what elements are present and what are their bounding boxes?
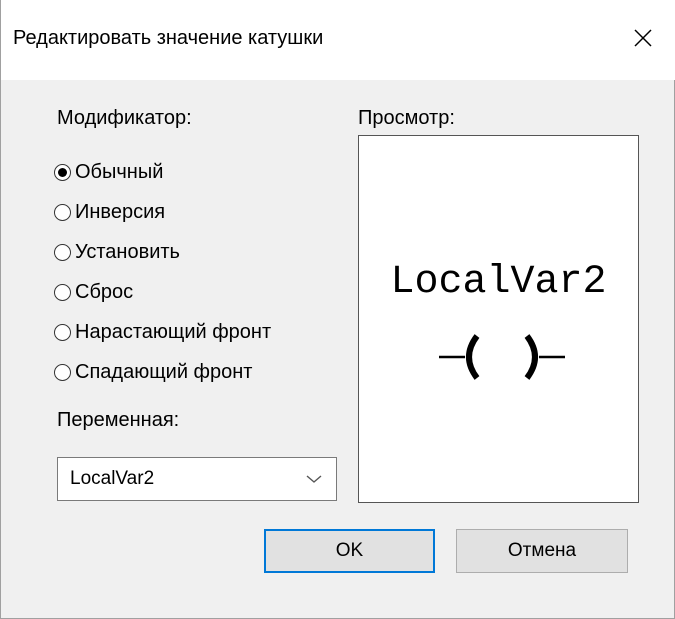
- edit-coil-dialog: Редактировать значение катушки Модификат…: [0, 0, 675, 619]
- radio-inversion-label: Инверсия: [75, 200, 166, 223]
- radio-reset-label: Сброс: [75, 280, 134, 303]
- radio-normal-button[interactable]: [54, 163, 71, 181]
- chevron-down-icon: [306, 475, 322, 483]
- close-icon: [634, 29, 652, 47]
- preview-label: Просмотр:: [358, 107, 455, 129]
- radio-inversion[interactable]: Инверсия: [54, 197, 165, 227]
- radio-rising-edge-label: Нарастающий фронт: [75, 320, 272, 343]
- variable-label: Переменная:: [57, 409, 180, 431]
- radio-falling-edge[interactable]: Спадающий фронт: [54, 357, 252, 387]
- ok-button[interactable]: OK: [264, 529, 435, 573]
- radio-falling-edge-label: Спадающий фронт: [75, 360, 253, 383]
- radio-set-label: Установить: [75, 240, 180, 263]
- cancel-button[interactable]: Отмена: [456, 529, 628, 573]
- radio-set[interactable]: Установить: [54, 237, 180, 267]
- variable-dropdown-value: LocalVar2: [70, 468, 155, 489]
- radio-set-button[interactable]: [54, 243, 71, 261]
- radio-rising-edge-button[interactable]: [54, 323, 71, 341]
- variable-dropdown[interactable]: LocalVar2: [57, 457, 337, 501]
- radio-reset[interactable]: Сброс: [54, 277, 133, 307]
- modifier-label: Модификатор:: [57, 107, 192, 129]
- coil-symbol-icon: [439, 334, 565, 380]
- preview-box: LocalVar2: [358, 135, 639, 503]
- title-bar: Редактировать значение катушки: [1, 0, 675, 80]
- radio-reset-button[interactable]: [54, 283, 71, 301]
- radio-normal[interactable]: Обычный: [54, 157, 163, 187]
- radio-falling-edge-button[interactable]: [54, 363, 71, 381]
- close-button[interactable]: [615, 16, 671, 60]
- radio-inversion-button[interactable]: [54, 203, 71, 221]
- radio-rising-edge[interactable]: Нарастающий фронт: [54, 317, 271, 347]
- radio-selected-dot: [58, 167, 67, 177]
- radio-normal-label: Обычный: [75, 160, 164, 183]
- preview-variable-name: LocalVar2: [390, 260, 607, 305]
- window-title: Редактировать значение катушки: [13, 27, 324, 49]
